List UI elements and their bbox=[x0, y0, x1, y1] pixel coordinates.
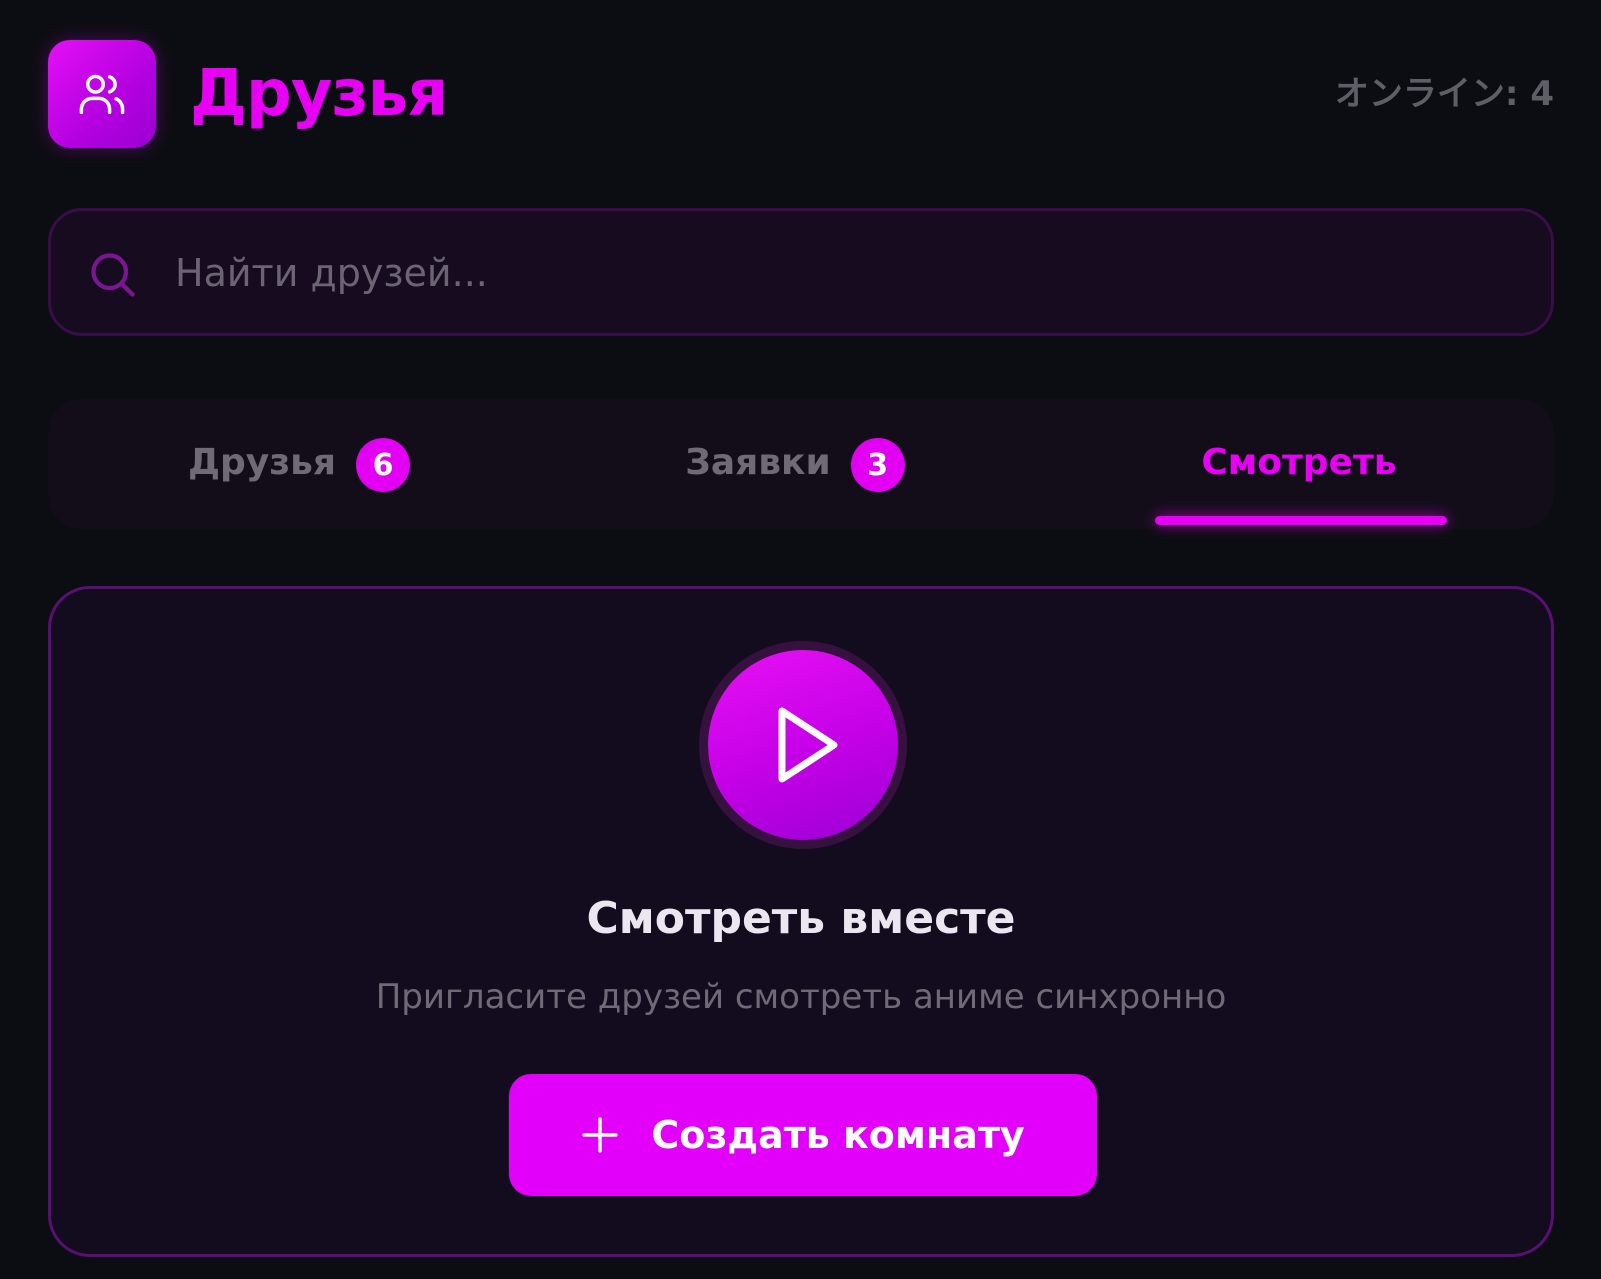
tab-watch[interactable]: Смотреть bbox=[1048, 399, 1550, 529]
play-button bbox=[699, 641, 907, 849]
search-icon bbox=[91, 253, 135, 297]
page-title: Друзья bbox=[190, 57, 448, 131]
active-tab-indicator bbox=[1155, 516, 1447, 525]
search-input[interactable] bbox=[173, 231, 1517, 315]
create-room-label: Создать комнату bbox=[651, 1113, 1025, 1157]
watch-together-title: Смотреть вместе bbox=[586, 893, 1016, 944]
search-bar[interactable] bbox=[48, 208, 1554, 336]
watch-together-card: Смотреть вместе Пригласите друзей смотре… bbox=[48, 586, 1554, 1257]
tab-watch-label: Смотреть bbox=[1201, 441, 1397, 483]
tab-requests-badge: 3 bbox=[850, 438, 905, 492]
tab-friends[interactable]: Друзья 6 bbox=[48, 399, 550, 529]
header: Друзья オンライン: 4 bbox=[48, 40, 1554, 148]
online-count: オンライン: 4 bbox=[1334, 74, 1554, 114]
create-room-button[interactable]: Создать комнату bbox=[509, 1074, 1097, 1196]
tab-friends-badge: 6 bbox=[356, 438, 411, 492]
tab-bar: Друзья 6 Заявки 3 Смотреть bbox=[48, 399, 1554, 529]
plus-icon bbox=[582, 1117, 618, 1153]
tab-friends-label: Друзья bbox=[187, 441, 337, 483]
play-icon bbox=[778, 707, 838, 783]
watch-together-subtitle: Пригласите друзей смотреть аниме синхрон… bbox=[375, 977, 1227, 1017]
tab-requests-label: Заявки bbox=[685, 441, 831, 483]
users-icon bbox=[48, 40, 156, 148]
tab-requests[interactable]: Заявки 3 bbox=[544, 399, 1046, 529]
